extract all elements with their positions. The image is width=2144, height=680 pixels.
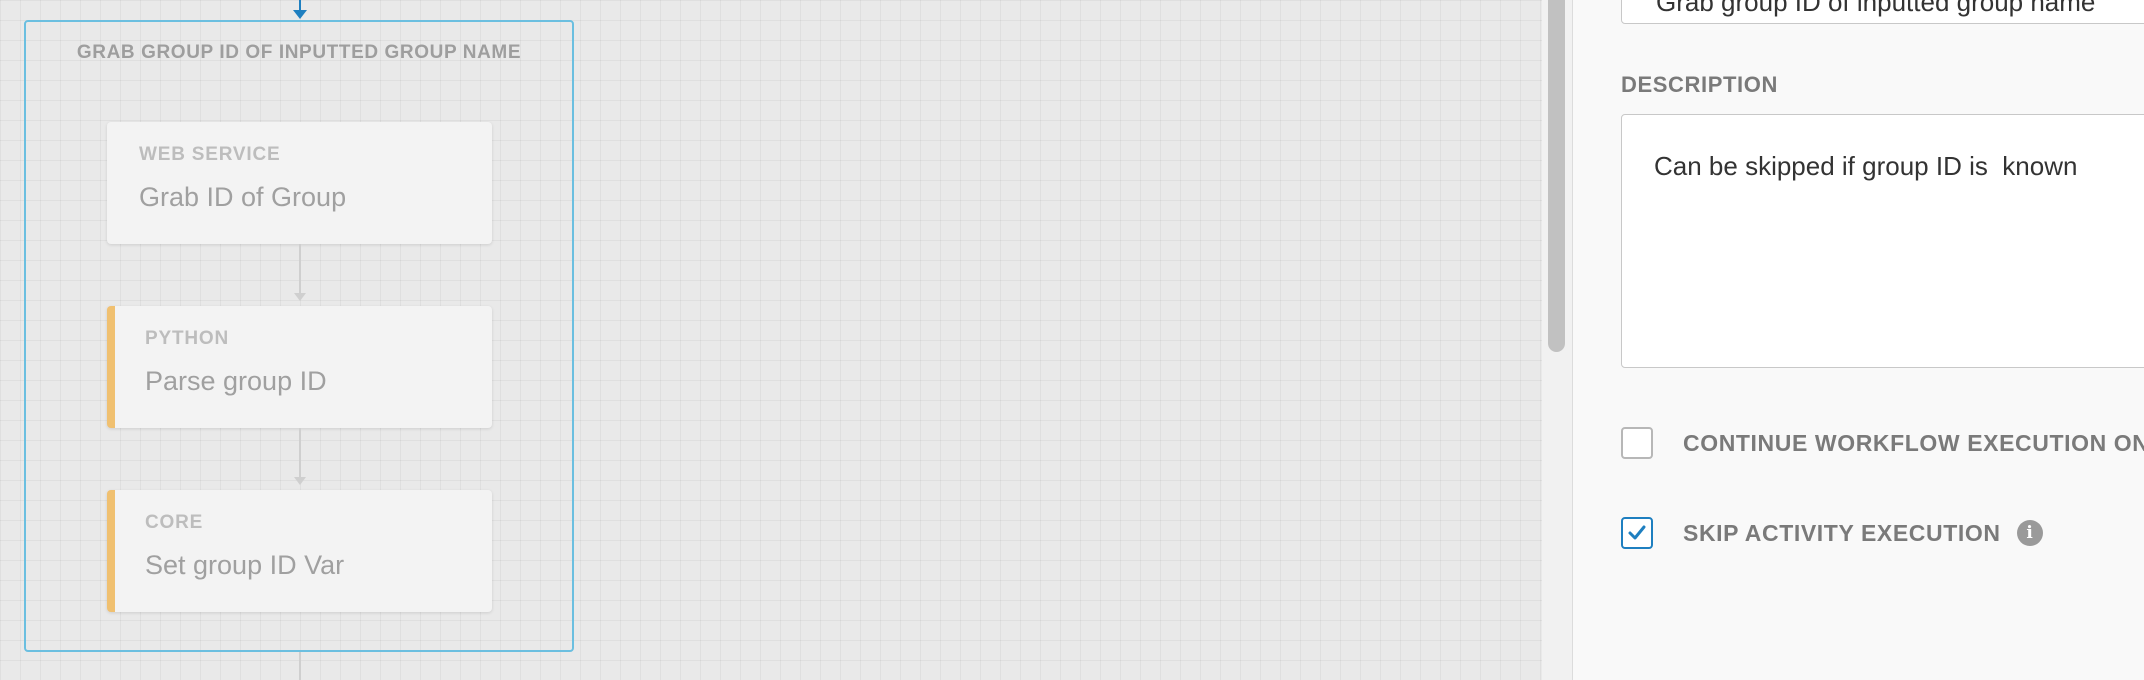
info-icon[interactable]: i xyxy=(2016,520,2043,546)
activity-card-python[interactable]: PYTHON Parse group ID xyxy=(107,306,492,428)
connector-arrow-icon xyxy=(294,477,306,485)
activity-type-label: PYTHON xyxy=(145,328,229,349)
activity-name: Parse group ID xyxy=(145,366,327,396)
properties-panel: Grab group ID of inputted group name DES… xyxy=(1572,0,2144,680)
group-title: GRAB GROUP ID OF INPUTTED GROUP NAME xyxy=(76,42,522,63)
incoming-arrow-icon xyxy=(293,10,307,19)
activity-name-input[interactable]: Grab group ID of inputted group name xyxy=(1621,0,2144,24)
connector-arrow-icon xyxy=(294,293,306,301)
description-textarea[interactable]: Can be skipped if group ID is known xyxy=(1621,114,2144,368)
skip-execution-label: SKIP ACTIVITY EXECUTION xyxy=(1683,519,2001,546)
activity-name: Set group ID Var xyxy=(145,550,345,580)
connector-line xyxy=(299,244,301,294)
activity-card-web-service[interactable]: WEB SERVICE Grab ID of Group xyxy=(107,122,492,244)
outgoing-connector xyxy=(299,652,301,680)
continue-on-failure-label: CONTINUE WORKFLOW EXECUTION ON FAILURE xyxy=(1683,429,2144,456)
activity-card-core[interactable]: CORE Set group ID Var xyxy=(107,490,492,612)
checkmark-icon xyxy=(1628,525,1646,540)
activity-type-label: WEB SERVICE xyxy=(139,144,281,165)
canvas-scrollbar-thumb[interactable] xyxy=(1548,0,1565,352)
skip-execution-option[interactable]: SKIP ACTIVITY EXECUTION i xyxy=(1621,516,2043,550)
workflow-canvas[interactable]: GRAB GROUP ID OF INPUTTED GROUP NAME WEB… xyxy=(0,0,1542,680)
connector-line xyxy=(299,428,301,478)
continue-on-failure-option[interactable]: CONTINUE WORKFLOW EXECUTION ON FAILURE xyxy=(1621,426,2144,460)
description-label: DESCRIPTION xyxy=(1621,72,1778,97)
continue-on-failure-checkbox[interactable] xyxy=(1621,427,1653,459)
activity-name: Grab ID of Group xyxy=(139,182,347,212)
activity-type-label: CORE xyxy=(145,512,204,533)
skip-execution-checkbox[interactable] xyxy=(1621,517,1653,549)
